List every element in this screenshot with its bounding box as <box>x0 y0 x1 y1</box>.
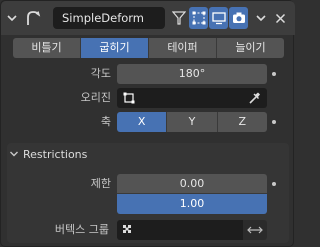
axis-selector: X Y Z <box>117 112 267 132</box>
origin-object-field[interactable] <box>117 88 267 108</box>
limit-low-field[interactable]: 0.00 <box>117 174 267 194</box>
edit-mode-icon[interactable] <box>189 7 208 29</box>
keyframe-dot-icon[interactable] <box>272 72 276 76</box>
axis-z-button[interactable]: Z <box>217 112 267 132</box>
chevron-down-icon[interactable] <box>6 12 18 24</box>
origin-row: 오리진 <box>1 88 295 108</box>
modifier-header: SimpleDeform <box>1 1 295 35</box>
vertex-group-icon <box>123 225 131 233</box>
vertex-group-field[interactable] <box>117 220 243 240</box>
display-viewport-icon[interactable] <box>209 7 228 29</box>
invert-vertex-group-button[interactable] <box>243 220 267 240</box>
origin-label: 오리진 <box>80 91 111 104</box>
axis-row: 축 X Y Z <box>1 112 295 132</box>
modifier-panel: SimpleDeform 비틀기 굽히기 테이퍼 늘이기 각도 180° 오리진… <box>0 0 295 247</box>
tab-taper[interactable]: 테이퍼 <box>149 38 217 58</box>
tab-twist[interactable]: 비틀기 <box>13 38 81 58</box>
vertex-group-label: 버텍스 그룹 <box>54 223 109 236</box>
funnel-icon[interactable] <box>169 7 188 29</box>
object-icon <box>123 92 135 104</box>
axis-y-button[interactable]: Y <box>167 112 218 132</box>
angle-field[interactable]: 180° <box>117 64 267 84</box>
limits-fields: 0.00 1.00 <box>117 174 267 214</box>
limits-row: 제한 0.00 1.00 <box>1 174 295 214</box>
render-camera-icon[interactable] <box>229 7 248 29</box>
limit-high-field[interactable]: 1.00 <box>117 194 267 214</box>
angle-row: 각도 180° <box>1 64 295 84</box>
deform-method-tabs: 비틀기 굽히기 테이퍼 늘이기 <box>13 38 284 58</box>
chevron-down-icon[interactable] <box>9 149 19 159</box>
keyframe-dot-icon[interactable] <box>272 120 276 124</box>
restrictions-header[interactable]: Restrictions <box>23 145 87 165</box>
axis-x-button[interactable]: X <box>117 112 168 132</box>
eyedropper-icon[interactable] <box>248 91 261 105</box>
modifier-name-field[interactable]: SimpleDeform <box>53 7 165 29</box>
angle-label: 각도 <box>90 67 111 80</box>
simple-deform-icon <box>27 11 41 25</box>
dropdown-arrow-icon[interactable] <box>251 7 270 29</box>
limits-label: 제한 <box>90 177 111 190</box>
keyframe-dot-icon[interactable] <box>272 182 276 186</box>
double-arrow-icon <box>247 226 263 234</box>
tab-bend[interactable]: 굽히기 <box>81 38 149 58</box>
axis-label: 축 <box>100 115 111 128</box>
tab-stretch[interactable]: 늘이기 <box>217 38 284 58</box>
close-icon[interactable] <box>271 7 290 29</box>
